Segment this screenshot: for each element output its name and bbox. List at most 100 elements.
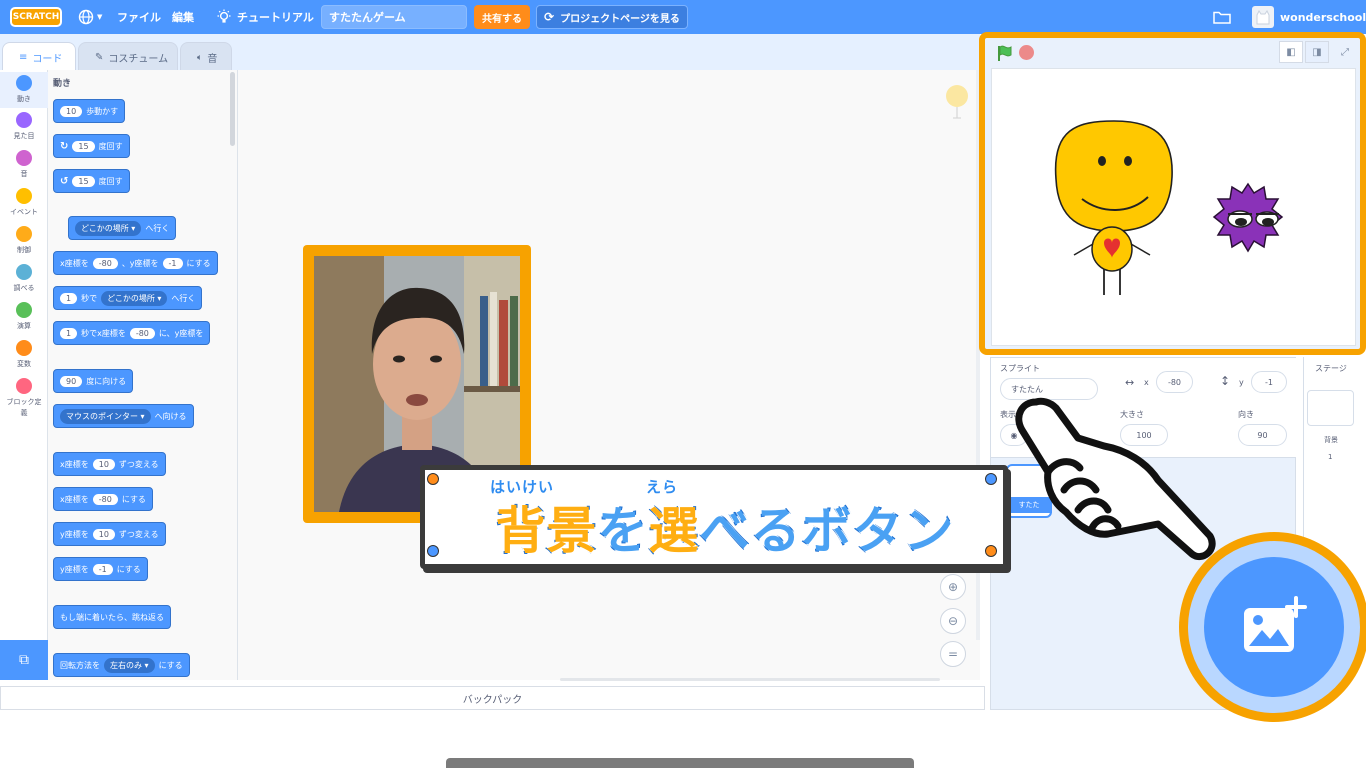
block-set-y[interactable]: y座標を -1 にする bbox=[53, 557, 148, 581]
block-input[interactable]: 15 bbox=[72, 140, 95, 152]
category-motion[interactable]: 動き bbox=[0, 72, 48, 108]
block-point-towards[interactable]: マウスのポインター ▾ へ向ける bbox=[53, 404, 194, 428]
choose-backdrop-button[interactable] bbox=[1204, 557, 1344, 697]
caption-corner-dot bbox=[985, 473, 997, 485]
block-input[interactable]: -80 bbox=[129, 327, 155, 339]
palette-scrollbar[interactable] bbox=[230, 72, 235, 146]
scratch-editor: SCRATCH ▼ ファイル 編集 チュートリアル すたたんゲーム 共有する ⟳… bbox=[0, 0, 1366, 768]
block-text: x座標を bbox=[60, 258, 89, 268]
file-menu[interactable]: ファイル bbox=[117, 0, 161, 34]
see-project-page-button[interactable]: ⟳ プロジェクトページを見る bbox=[536, 5, 688, 29]
category-variables[interactable]: 変数 bbox=[0, 340, 48, 369]
category-control[interactable]: 制御 bbox=[0, 226, 48, 255]
backpack-bar[interactable]: バックパック bbox=[0, 686, 985, 710]
block-glide-to-xy[interactable]: 1 秒でx座標を -80 に、y座標を bbox=[53, 321, 211, 345]
sutatan-sprite[interactable] bbox=[1054, 120, 1173, 295]
fullscreen-button[interactable]: ⤢ bbox=[1333, 41, 1357, 63]
sprite-y-input[interactable]: -1 bbox=[1251, 371, 1287, 393]
stage-canvas[interactable] bbox=[991, 68, 1356, 346]
tab-sounds[interactable]: 🔈︎ 音 bbox=[180, 42, 232, 72]
block-set-rotation-style[interactable]: 回転方法を 左右のみ ▾ にする bbox=[53, 653, 190, 677]
zoom-reset-button[interactable]: = bbox=[940, 641, 966, 667]
category-label: 制御 bbox=[17, 246, 31, 254]
block-input[interactable]: -80 bbox=[92, 257, 118, 269]
workspace-horizontal-scrollbar[interactable] bbox=[560, 678, 940, 681]
block-go-to[interactable]: どこかの場所 ▾ へ行く bbox=[68, 216, 177, 240]
block-input[interactable]: 10 bbox=[92, 528, 115, 540]
block-go-to-xy[interactable]: x座標を -80 、y座標を -1 にする bbox=[53, 251, 218, 275]
category-label: 見た目 bbox=[13, 132, 35, 140]
my-stuff-folder-icon[interactable] bbox=[1213, 0, 1231, 34]
block-text: にする bbox=[116, 564, 141, 574]
block-glide-to[interactable]: 1 秒で どこかの場所 ▾ へ行く bbox=[53, 286, 203, 310]
block-dropdown[interactable]: どこかの場所 ▾ bbox=[75, 220, 142, 236]
block-dropdown[interactable]: マウスのポインター ▾ bbox=[60, 408, 151, 424]
block-text: 秒でx座標を bbox=[81, 328, 126, 338]
stage-label: ステージ bbox=[1315, 364, 1347, 373]
category-sensing[interactable]: 調べる bbox=[0, 264, 48, 293]
tab-code-label: コード bbox=[32, 54, 63, 65]
green-flag-icon[interactable] bbox=[996, 44, 1014, 62]
block-turn-right[interactable]: ↻ 15 度回す bbox=[53, 134, 130, 158]
block-input[interactable]: -1 bbox=[162, 257, 183, 269]
purple-creature-sprite[interactable] bbox=[1212, 182, 1284, 253]
block-change-x[interactable]: x座標を 10 ずつ変える bbox=[53, 452, 166, 476]
chevron-down-icon: ▼ bbox=[97, 13, 103, 21]
block-dropdown[interactable]: 左右のみ ▾ bbox=[104, 657, 155, 673]
caption-text: 背景 を 選 べるボタン bbox=[470, 494, 980, 561]
sprite-direction-input[interactable]: 90 bbox=[1238, 424, 1287, 446]
add-backdrop-icon bbox=[1244, 596, 1307, 652]
backdrops-label: 背景 bbox=[1324, 436, 1338, 444]
small-stage-button[interactable]: ◧ bbox=[1279, 41, 1303, 63]
stop-button[interactable] bbox=[1019, 45, 1034, 60]
block-input[interactable]: 15 bbox=[72, 175, 95, 187]
block-if-on-edge-bounce[interactable]: もし端に着いたら、跳ね返る bbox=[53, 605, 171, 629]
normal-stage-button[interactable]: ◨ bbox=[1305, 41, 1329, 63]
video-scrub-bar[interactable] bbox=[446, 758, 914, 768]
block-input[interactable]: 90 bbox=[60, 375, 83, 387]
stage-sprites bbox=[1054, 120, 1284, 295]
stage-thumbnail[interactable] bbox=[1307, 390, 1354, 426]
operators-dot-icon bbox=[16, 302, 32, 318]
category-operators[interactable]: 演算 bbox=[0, 302, 48, 331]
block-change-y[interactable]: y座標を 10 ずつ変える bbox=[53, 522, 166, 546]
block-input[interactable]: 1 bbox=[60, 327, 78, 339]
block-input[interactable]: 10 bbox=[60, 105, 83, 117]
add-extension-button[interactable]: ⧉ bbox=[0, 640, 48, 680]
category-label: ブロック定義 bbox=[6, 398, 42, 417]
tab-costumes[interactable]: ✎ コスチューム bbox=[78, 42, 178, 72]
block-text: 秒で bbox=[81, 293, 98, 303]
zoom-in-button[interactable]: ⊕ bbox=[940, 574, 966, 600]
block-dropdown[interactable]: どこかの場所 ▾ bbox=[101, 290, 168, 306]
block-point-in-direction[interactable]: 90 度に向ける bbox=[53, 369, 134, 393]
block-palette: 動き 10 歩動かす ↻ 15 度回す ↺ 15 度回す どこかの場所 ▾ へ行… bbox=[48, 70, 238, 680]
zoom-out-button[interactable]: ⊖ bbox=[940, 608, 966, 634]
block-input[interactable]: 1 bbox=[60, 292, 78, 304]
extension-icon: ⧉ bbox=[19, 652, 29, 668]
tab-code[interactable]: ≡ コード bbox=[2, 42, 76, 72]
account-menu[interactable]: wonderschool ▼ bbox=[1252, 0, 1366, 34]
block-input[interactable]: 10 bbox=[92, 458, 115, 470]
dropdown-value: 左右のみ bbox=[110, 660, 142, 670]
block-input[interactable]: -1 bbox=[92, 563, 113, 575]
category-events[interactable]: イベント bbox=[0, 188, 48, 217]
zoom-in-icon: ⊕ bbox=[947, 580, 959, 594]
block-set-x[interactable]: x座標を -80 にする bbox=[53, 487, 153, 511]
category-looks[interactable]: 見た目 bbox=[0, 112, 48, 141]
project-title-input[interactable]: すたたんゲーム bbox=[321, 5, 467, 29]
category-sound[interactable]: 音 bbox=[0, 150, 48, 179]
share-button[interactable]: 共有する bbox=[474, 5, 530, 29]
block-input[interactable]: -80 bbox=[92, 493, 118, 505]
username: wonderschool bbox=[1280, 10, 1366, 24]
zoom-out-icon: ⊖ bbox=[947, 614, 959, 628]
category-my-blocks[interactable]: ブロック定義 bbox=[0, 378, 48, 419]
sprite-x-input[interactable]: -80 bbox=[1156, 371, 1193, 393]
horizontal-arrows-icon: ↔ bbox=[1125, 376, 1135, 389]
tutorials-menu[interactable]: チュートリアル bbox=[216, 0, 314, 34]
edit-menu[interactable]: 編集 bbox=[172, 0, 194, 34]
scratch-logo[interactable]: SCRATCH bbox=[10, 7, 62, 27]
block-move-steps[interactable]: 10 歩動かす bbox=[53, 99, 126, 123]
block-turn-left[interactable]: ↺ 15 度回す bbox=[53, 169, 130, 193]
block-categories: 動き 見た目 音 イベント 制御 調べる 演算 変数 ブロック定義 bbox=[0, 70, 48, 640]
language-menu[interactable]: ▼ bbox=[78, 0, 102, 34]
